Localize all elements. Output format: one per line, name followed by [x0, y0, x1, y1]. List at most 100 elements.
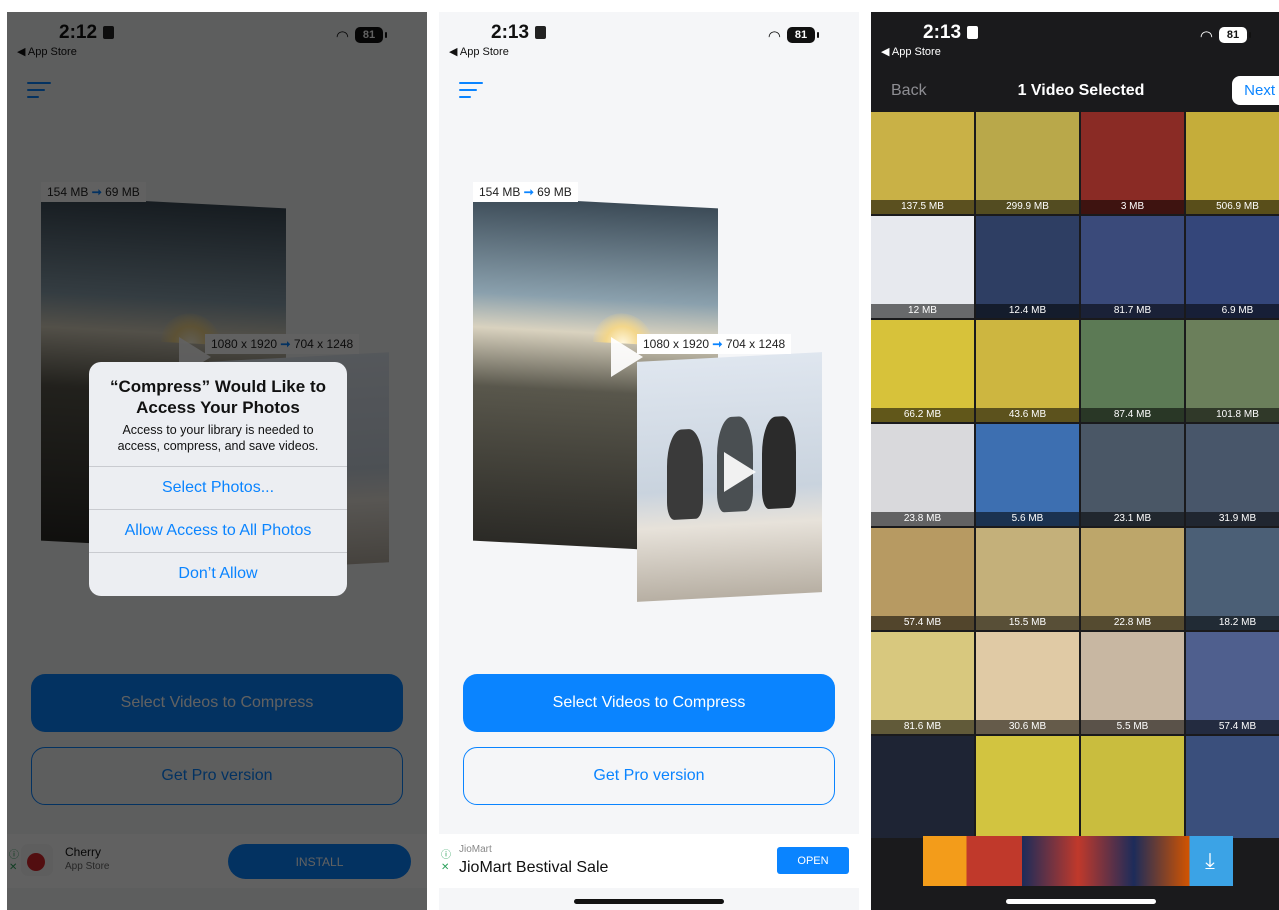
status-bar: 2:13 ◀ App Store ◠ 81 [439, 12, 859, 60]
video-thumbnail[interactable]: 23.1 MB [1081, 424, 1184, 526]
video-thumbnail[interactable] [1081, 736, 1184, 838]
video-file-size: 66.2 MB [871, 408, 974, 422]
video-thumbnail[interactable]: 57.4 MB [1186, 632, 1279, 734]
back-to-app-store-link[interactable]: ◀ App Store [17, 45, 77, 58]
person-figure [667, 428, 703, 521]
status-bar: 2:13 ◀ App Store ◠ 81 [871, 12, 1279, 60]
status-bar: 2:12 ◀ App Store ◠ 81 [7, 12, 427, 60]
status-time: 2:13 [923, 22, 979, 44]
resolution-compare-tag: 1080 x 1920 ➞ 704 x 1248 [205, 334, 360, 354]
wifi-icon: ◠ [1199, 28, 1213, 45]
video-file-size: 87.4 MB [1081, 408, 1184, 422]
wifi-icon: ◠ [767, 28, 781, 45]
next-button[interactable]: Next [1232, 76, 1279, 105]
video-file-size: 31.9 MB [1186, 512, 1279, 526]
video-thumbnail[interactable]: 299.9 MB [976, 112, 1079, 214]
ad-banner[interactable]: ⓘ ✕ Cherry App Store INSTALL [7, 834, 427, 888]
screen-video-picker: 2:13 ◀ App Store ◠ 81 Back 1 Video Selec… [871, 12, 1279, 910]
video-thumbnail[interactable]: 15.5 MB [976, 528, 1079, 630]
video-file-size: 23.1 MB [1081, 512, 1184, 526]
ad-app-source: App Store [65, 861, 110, 872]
cherry-app-icon [21, 844, 53, 876]
alert-message: Access to your library is needed to acce… [117, 423, 319, 453]
screen-home: 2:13 ◀ App Store ◠ 81 154 MB ➞ 69 MB 108… [439, 12, 859, 910]
back-to-app-store-link[interactable]: ◀ App Store [449, 45, 509, 58]
video-thumbnail[interactable]: 6.9 MB [1186, 216, 1279, 318]
video-thumbnail[interactable]: 43.6 MB [976, 320, 1079, 422]
status-time: 2:12 [59, 22, 115, 44]
video-file-size: 22.8 MB [1081, 616, 1184, 630]
video-thumbnail[interactable]: 506.9 MB [1186, 112, 1279, 214]
battery-indicator: 81 [1219, 27, 1251, 43]
size-compare-tag: 154 MB ➞ 69 MB [41, 182, 146, 202]
video-thumbnail[interactable]: 5.5 MB [1081, 632, 1184, 734]
lock-icon [535, 26, 547, 39]
video-thumbnail[interactable]: 30.6 MB [976, 632, 1079, 734]
dont-allow-button[interactable]: Don’t Allow [89, 552, 347, 595]
wifi-icon: ◠ [335, 28, 349, 45]
video-thumbnail[interactable]: 101.8 MB [1186, 320, 1279, 422]
ad-headline: JioMart Bestival Sale [459, 859, 609, 876]
video-file-size: 81.6 MB [871, 720, 974, 734]
video-thumbnail[interactable]: 81.7 MB [1081, 216, 1184, 318]
video-file-size: 23.8 MB [871, 512, 974, 526]
resolution-compare-tag: 1080 x 1920 ➞ 704 x 1248 [637, 334, 792, 354]
lock-icon [967, 26, 979, 39]
video-thumbnail[interactable]: 23.8 MB [871, 424, 974, 526]
video-file-size: 15.5 MB [976, 616, 1079, 630]
video-thumbnail[interactable]: 31.9 MB [1186, 424, 1279, 526]
video-file-size: 57.4 MB [871, 616, 974, 630]
video-thumbnail[interactable]: 22.8 MB [1081, 528, 1184, 630]
allow-all-photos-button[interactable]: Allow Access to All Photos [89, 509, 347, 552]
select-photos-button[interactable]: Select Photos... [89, 466, 347, 509]
home-indicator [1006, 899, 1156, 904]
video-thumbnail[interactable]: 5.6 MB [976, 424, 1079, 526]
ad-open-button[interactable]: OPEN [777, 847, 849, 874]
alert-title: “Compress” Would Like to Access Your Pho… [110, 377, 326, 417]
ad-info-icon[interactable]: ⓘ ✕ [441, 850, 451, 874]
menu-icon[interactable] [27, 82, 51, 102]
select-videos-button[interactable]: Select Videos to Compress [31, 674, 403, 732]
menu-icon[interactable] [459, 82, 483, 102]
ad-promo-strip [923, 836, 1233, 886]
video-file-size: 18.2 MB [1186, 616, 1279, 630]
ad-download-icon[interactable]: ⤓ [1191, 842, 1229, 880]
video-file-size: 101.8 MB [1186, 408, 1279, 422]
video-file-size: 299.9 MB [976, 200, 1079, 214]
selection-count-title: 1 Video Selected [1017, 82, 1145, 99]
video-thumbnail[interactable] [1186, 736, 1279, 838]
ad-install-button[interactable]: INSTALL [228, 844, 411, 879]
video-thumbnail[interactable] [871, 736, 974, 838]
video-file-size: 30.6 MB [976, 720, 1079, 734]
battery-indicator: 81 [355, 27, 387, 43]
get-pro-button[interactable]: Get Pro version [463, 747, 835, 805]
back-to-app-store-link[interactable]: ◀ App Store [881, 45, 941, 58]
video-thumbnail[interactable] [976, 736, 1079, 838]
screen-permission-alert: 2:12 ◀ App Store ◠ 81 154 MB ➞ 69 MB 108… [7, 12, 427, 910]
video-thumbnail[interactable]: 18.2 MB [1186, 528, 1279, 630]
video-file-size: 57.4 MB [1186, 720, 1279, 734]
select-videos-button[interactable]: Select Videos to Compress [463, 674, 835, 732]
video-file-size: 5.6 MB [976, 512, 1079, 526]
ad-banner[interactable]: ⓘ ✕ JioMart JioMart Bestival Sale OPEN [439, 834, 859, 888]
battery-indicator: 81 [787, 27, 819, 43]
video-thumbnail[interactable]: 137.5 MB [871, 112, 974, 214]
video-thumbnail[interactable]: 81.6 MB [871, 632, 974, 734]
home-indicator [574, 899, 724, 904]
video-thumbnail[interactable]: 66.2 MB [871, 320, 974, 422]
picker-navigation-bar: Back 1 Video Selected Next [871, 74, 1279, 108]
video-thumbnail[interactable]: 12 MB [871, 216, 974, 318]
ad-banner[interactable]: ⤓ [923, 836, 1233, 886]
video-thumbnail[interactable]: 3 MB [1081, 112, 1184, 214]
video-file-size: 6.9 MB [1186, 304, 1279, 318]
video-file-size: 5.5 MB [1081, 720, 1184, 734]
video-thumbnail[interactable]: 57.4 MB [871, 528, 974, 630]
video-file-size: 506.9 MB [1186, 200, 1279, 214]
play-icon [611, 337, 643, 377]
status-time: 2:13 [491, 22, 547, 44]
video-thumbnail[interactable]: 87.4 MB [1081, 320, 1184, 422]
get-pro-button[interactable]: Get Pro version [31, 747, 403, 805]
video-thumbnail[interactable]: 12.4 MB [976, 216, 1079, 318]
ad-info-icon[interactable]: ⓘ ✕ [9, 850, 19, 874]
size-compare-tag: 154 MB ➞ 69 MB [473, 182, 578, 202]
